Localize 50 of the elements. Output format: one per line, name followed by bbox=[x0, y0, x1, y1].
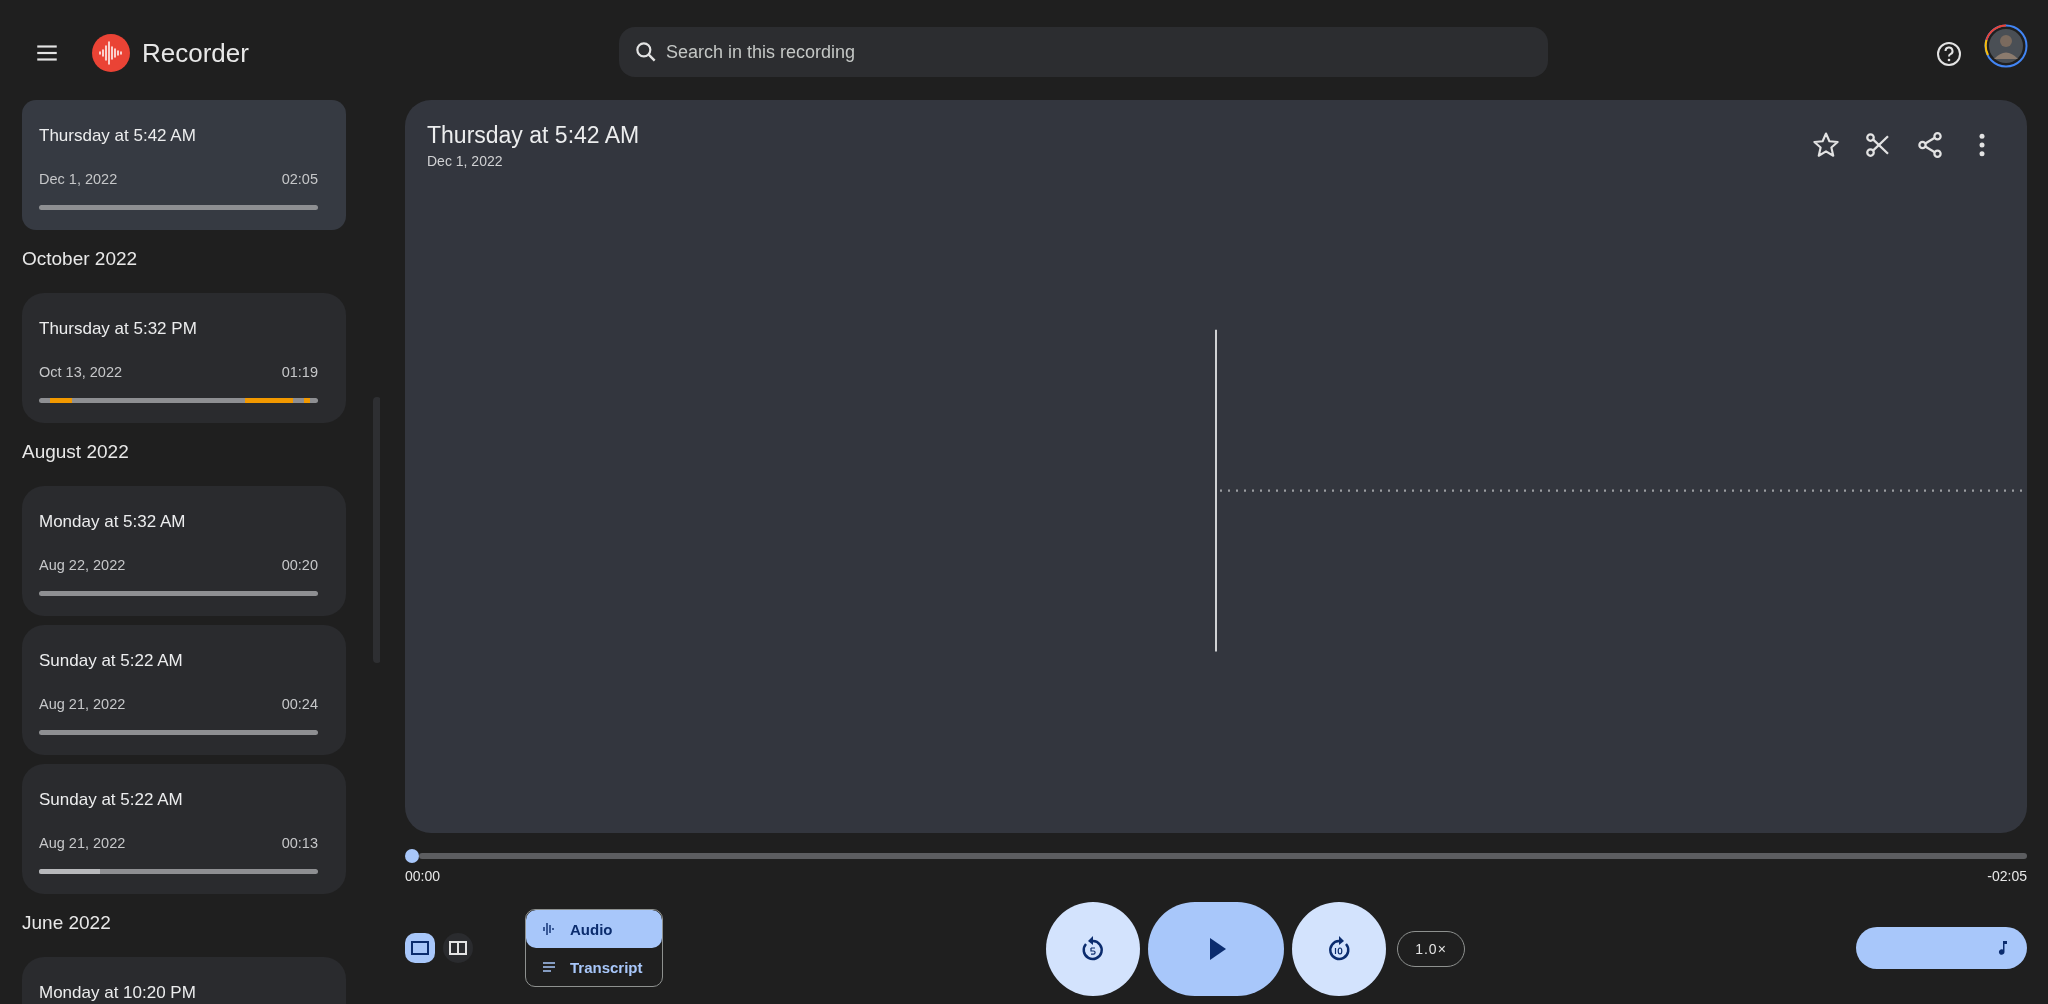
view-tab[interactable]: Transcript bbox=[526, 948, 662, 986]
recording-duration: 00:24 bbox=[281, 696, 318, 712]
waveform-icon bbox=[542, 922, 556, 936]
view-mode-button[interactable] bbox=[405, 933, 435, 963]
recording-card[interactable]: Thursday at 5:32 PM Oct 13, 2022 01:19 bbox=[22, 293, 346, 423]
help-icon[interactable] bbox=[1935, 40, 1963, 68]
remaining-time: -02:05 bbox=[1987, 868, 2027, 884]
recording-duration: 02:05 bbox=[281, 171, 318, 187]
logo-icon bbox=[92, 34, 130, 72]
single-pane-icon bbox=[410, 938, 430, 958]
recording-duration: 00:13 bbox=[281, 835, 318, 851]
recording-title: Sunday at 5:22 AM bbox=[39, 790, 184, 810]
share-icon[interactable] bbox=[1915, 130, 1945, 160]
app-title: Recorder bbox=[142, 37, 249, 69]
recording-title: Sunday at 5:22 AM bbox=[39, 651, 184, 671]
recording-title: Thursday at 5:42 AM bbox=[427, 122, 640, 149]
highlight-mark bbox=[245, 398, 293, 403]
recording-duration: 00:20 bbox=[281, 557, 318, 573]
recording-date: Dec 1, 2022 bbox=[39, 171, 118, 187]
highlight-mark bbox=[50, 398, 73, 403]
star-icon[interactable] bbox=[1811, 130, 1841, 160]
recording-date: Aug 22, 2022 bbox=[39, 557, 126, 573]
recording-duration: 01:19 bbox=[281, 364, 318, 380]
recording-card[interactable]: Thursday at 5:42 AM Dec 1, 2022 02:05 bbox=[22, 100, 346, 230]
search-field[interactable]: Search in this recording bbox=[619, 27, 1548, 77]
lines-icon bbox=[542, 960, 556, 974]
recording-date: Aug 21, 2022 bbox=[39, 696, 126, 712]
recording-title: Monday at 10:20 PM bbox=[39, 983, 197, 1003]
recording-card[interactable]: Monday at 10:20 PM bbox=[22, 957, 346, 1004]
recording-title: Monday at 5:32 AM bbox=[39, 512, 187, 532]
view-mode-button[interactable] bbox=[443, 933, 473, 963]
recording-date: Dec 1, 2022 bbox=[427, 153, 504, 169]
music-button[interactable] bbox=[1856, 927, 2027, 969]
recording-card[interactable]: Sunday at 5:22 AM Aug 21, 2022 00:13 bbox=[22, 764, 346, 894]
month-heading: August 2022 bbox=[22, 440, 130, 464]
seek-track[interactable] bbox=[419, 853, 2027, 859]
avatar-icon[interactable] bbox=[1984, 24, 2028, 68]
recording-card[interactable]: Monday at 5:32 AM Aug 22, 2022 00:20 bbox=[22, 486, 346, 616]
split-pane-icon bbox=[448, 938, 468, 958]
recording-date: Aug 21, 2022 bbox=[39, 835, 126, 851]
view-tab[interactable]: Audio bbox=[526, 910, 662, 948]
seek-thumb[interactable] bbox=[405, 849, 419, 863]
recording-title: Thursday at 5:42 AM bbox=[39, 126, 197, 146]
recording-card[interactable]: Sunday at 5:22 AM Aug 21, 2022 00:24 bbox=[22, 625, 346, 755]
month-heading: June 2022 bbox=[22, 911, 112, 935]
highlight-mark bbox=[304, 398, 310, 403]
elapsed-time: 00:00 bbox=[405, 868, 441, 884]
recording-date: Oct 13, 2022 bbox=[39, 364, 123, 380]
month-heading: October 2022 bbox=[22, 247, 139, 271]
recording-title: Thursday at 5:32 PM bbox=[39, 319, 198, 339]
